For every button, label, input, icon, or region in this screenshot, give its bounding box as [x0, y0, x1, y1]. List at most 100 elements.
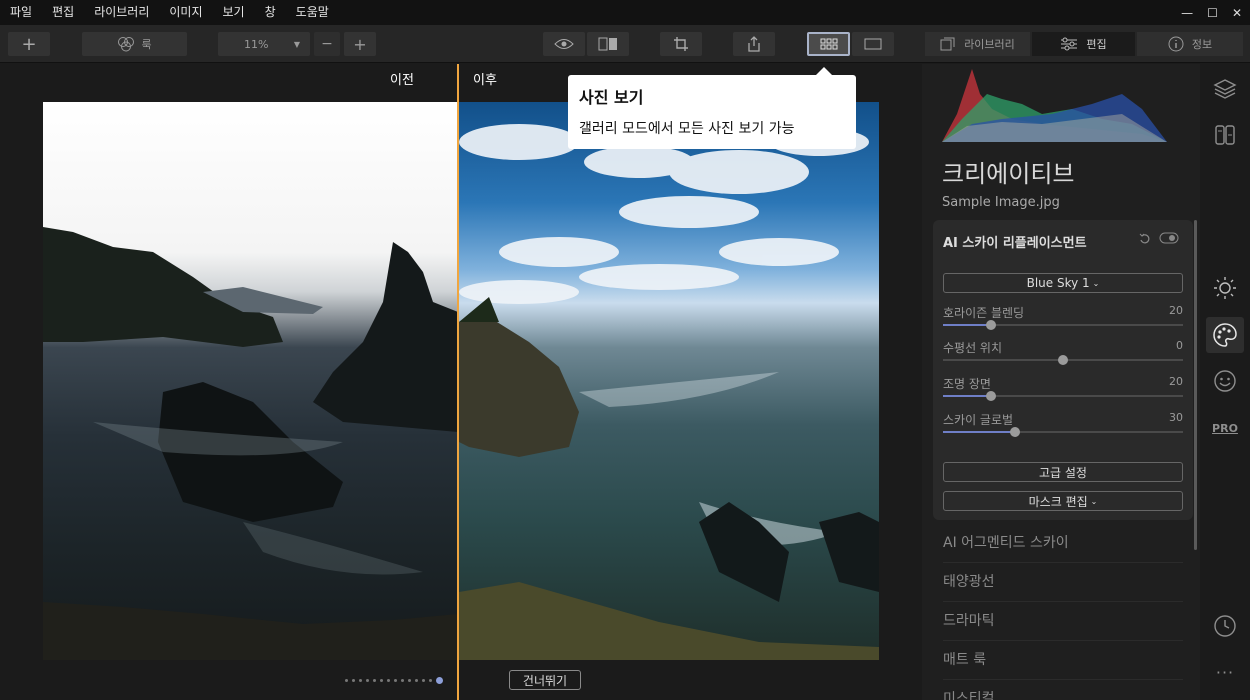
tool-mystical[interactable]: 미스티컬 — [943, 680, 1183, 700]
tool-matte-look[interactable]: 매트 룩 — [943, 641, 1183, 680]
menu-view[interactable]: 보기 — [213, 0, 255, 25]
pager-dot[interactable] — [401, 679, 404, 682]
pager-dot[interactable] — [415, 679, 418, 682]
pager-dot[interactable] — [436, 677, 443, 684]
add-image-button[interactable]: + — [8, 32, 50, 56]
pager-dot[interactable] — [359, 679, 362, 682]
file-name: Sample Image.jpg — [942, 195, 1060, 210]
mask-edit-button[interactable]: 마스크 편집 ⌄ — [943, 491, 1183, 511]
pager-dot[interactable] — [387, 679, 390, 682]
sky-replacement-card: AI 스카이 리플레이스먼트 Blue Sky 1 ⌄ 호라이즌 블렌딩 20 수평… — [933, 220, 1193, 520]
maximize-button[interactable]: ☐ — [1207, 6, 1218, 20]
menu-help[interactable]: 도움말 — [286, 0, 339, 25]
zoom-out-button[interactable]: − — [314, 32, 340, 56]
sun-icon[interactable] — [1210, 273, 1240, 303]
export-button[interactable] — [733, 32, 775, 56]
sky-preset-value: Blue Sky 1 — [1026, 276, 1090, 290]
window-controls: — ☐ ✕ — [1181, 0, 1242, 25]
pager-dot[interactable] — [345, 679, 348, 682]
minimize-button[interactable]: — — [1181, 6, 1193, 20]
tooltip-body: 갤러리 모드에서 모든 사진 보기 가능 — [579, 121, 795, 137]
skip-button[interactable]: 건너뛰기 — [509, 670, 581, 690]
visibility-toggle-icon[interactable] — [1159, 232, 1179, 244]
pager-dot[interactable] — [352, 679, 355, 682]
looks-label: 룩 — [141, 38, 152, 51]
tool-category-bar: PRO ··· — [1200, 64, 1250, 700]
library-icon — [940, 37, 955, 51]
slider-knob[interactable] — [986, 320, 996, 330]
more-icon[interactable]: ··· — [1210, 657, 1240, 687]
history-icon[interactable] — [1210, 611, 1240, 641]
sky-preset-dropdown[interactable]: Blue Sky 1 ⌄ — [943, 273, 1183, 293]
image-canvas: 이전 이후 사진 보기 갤러리 모드에서 모든 사진 보기 가능 건너뛰기 — [0, 64, 922, 700]
menu-image[interactable]: 이미지 — [159, 0, 212, 25]
single-view-button[interactable] — [852, 32, 894, 56]
pager-dot[interactable] — [422, 679, 425, 682]
pager-dot[interactable] — [366, 679, 369, 682]
crop-button[interactable] — [660, 32, 702, 56]
slider-knob[interactable] — [1058, 355, 1068, 365]
slider-value: 0 — [1176, 339, 1183, 352]
palette-icon[interactable] — [1206, 317, 1244, 353]
slider-knob[interactable] — [1010, 427, 1020, 437]
tab-info[interactable]: 정보 — [1137, 32, 1243, 56]
pager-dot[interactable] — [394, 679, 397, 682]
slider-fill — [943, 431, 1015, 433]
tab-library-label: 라이브러리 — [964, 38, 1015, 51]
slider-value: 20 — [1169, 304, 1183, 317]
card-actions — [1139, 232, 1179, 244]
minus-icon: − — [321, 36, 333, 52]
menu-edit[interactable]: 편집 — [42, 0, 84, 25]
slider-3[interactable]: 스카이 글로벌 30 — [943, 411, 1183, 441]
tab-info-label: 정보 — [1191, 38, 1213, 51]
tool-dramatic[interactable]: 드라마틱 — [943, 602, 1183, 641]
toolbar: + 룩 11% ▼ − + 라이브러리 편집 정보 — [0, 25, 1250, 63]
menu-file[interactable]: 파일 — [0, 0, 42, 25]
preview-button[interactable] — [543, 32, 585, 56]
pager-dot[interactable] — [408, 679, 411, 682]
sliders-icon — [1061, 37, 1078, 51]
tool-sunrays[interactable]: 태양광선 — [943, 563, 1183, 602]
plus-icon: + — [21, 33, 37, 55]
pager-dot[interactable] — [380, 679, 383, 682]
presets-icon[interactable] — [1210, 120, 1240, 150]
advanced-settings-button[interactable]: 고급 설정 — [943, 462, 1183, 482]
gallery-tooltip: 사진 보기 갤러리 모드에서 모든 사진 보기 가능 — [568, 67, 856, 149]
menu-library[interactable]: 라이브러리 — [84, 0, 159, 25]
sky-replacement-title[interactable]: AI 스카이 리플레이스먼트 — [943, 232, 1087, 251]
compare-button[interactable] — [587, 32, 629, 56]
slider-0[interactable]: 호라이즌 블렌딩 20 — [943, 304, 1183, 334]
looks-button[interactable]: 룩 — [82, 32, 187, 56]
grid-icon — [820, 38, 837, 50]
gallery-view-button[interactable] — [807, 32, 850, 56]
slider-label: 호라이즌 블렌딩 — [943, 306, 1025, 320]
tool-augmented-sky[interactable]: AI 어그멘티드 스카이 — [943, 524, 1183, 563]
slider-2[interactable]: 조명 장면 20 — [943, 375, 1183, 405]
portrait-icon[interactable] — [1210, 366, 1240, 396]
chevron-down-icon: ⌄ — [1090, 496, 1098, 506]
layers-icon[interactable] — [1210, 74, 1240, 104]
slider-fill — [943, 395, 991, 397]
pager-dot[interactable] — [429, 679, 432, 682]
chevron-down-icon: ▼ — [293, 39, 300, 49]
histogram — [942, 69, 1167, 142]
slider-1[interactable]: 수평선 위치 0 — [943, 339, 1183, 369]
looks-icon — [118, 37, 135, 52]
pro-icon[interactable]: PRO — [1210, 413, 1240, 443]
panel-scrollbar[interactable] — [1194, 220, 1197, 550]
close-button[interactable]: ✕ — [1232, 6, 1242, 20]
tab-library[interactable]: 라이브러리 — [925, 32, 1030, 56]
panel-title: 크리에이티브 — [942, 160, 1075, 188]
chevron-down-icon: ⌄ — [1092, 278, 1100, 288]
reset-icon[interactable] — [1139, 232, 1151, 244]
share-icon — [748, 36, 760, 52]
menu-window[interactable]: 창 — [255, 0, 286, 25]
zoom-select[interactable]: 11% ▼ — [218, 32, 310, 56]
slider-fill — [943, 324, 991, 326]
slider-knob[interactable] — [986, 391, 996, 401]
zoom-in-button[interactable]: + — [344, 32, 376, 56]
tab-edit[interactable]: 편집 — [1032, 32, 1135, 56]
pager-dot[interactable] — [373, 679, 376, 682]
slider-label: 스카이 글로벌 — [943, 413, 1014, 427]
compare-split-handle[interactable] — [457, 64, 459, 700]
